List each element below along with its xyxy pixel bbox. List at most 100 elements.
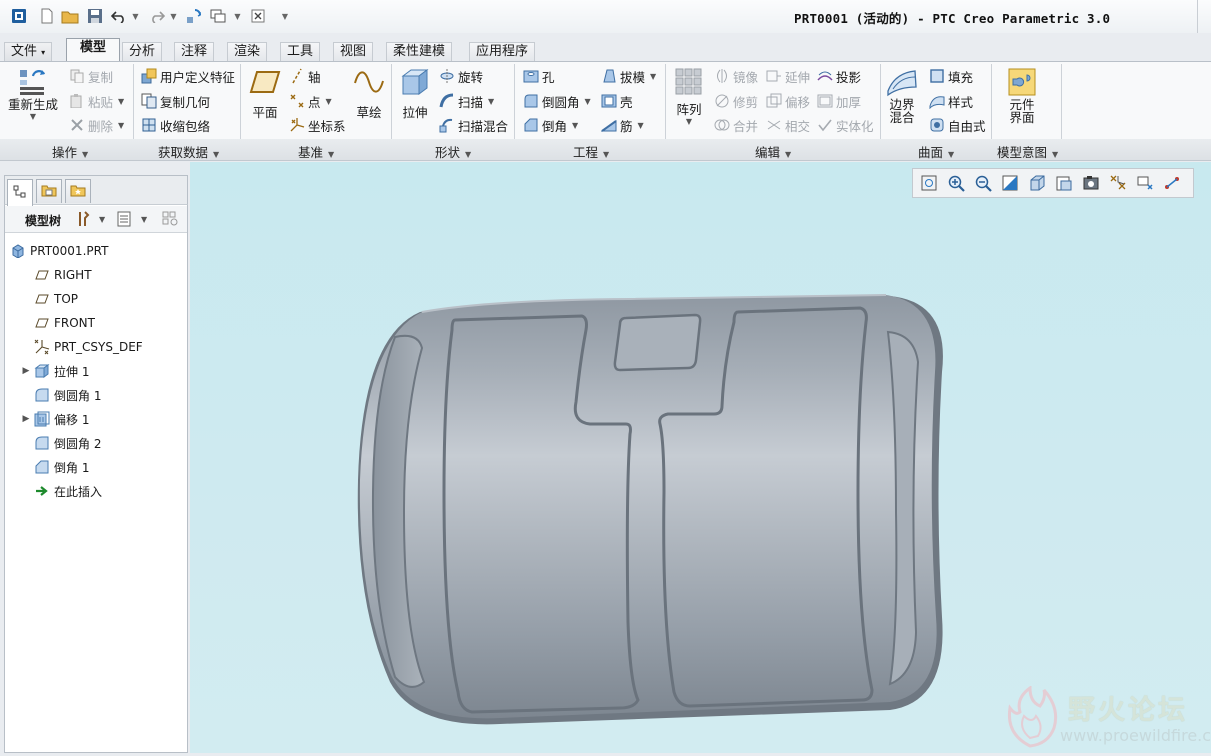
undo-icon[interactable] (110, 7, 128, 25)
expand-arrow-icon[interactable]: ▶ (19, 414, 33, 424)
redo-icon[interactable] (148, 7, 166, 25)
extrude-button[interactable]: 拉伸 (398, 66, 432, 120)
tab-file[interactable]: 文件 ▾ (4, 42, 53, 61)
tree-item-round-1[interactable]: 倒圆角 1 (5, 384, 187, 406)
boundary-blend-button[interactable]: 边界 混合 (885, 66, 919, 124)
swept-blend-button[interactable]: 扫描混合 (438, 115, 508, 135)
tree-item-chamfer-1[interactable]: 倒角 1 (5, 456, 187, 478)
datum-display-filters-icon[interactable] (1106, 171, 1130, 195)
datum-point-button[interactable]: 点 ▼ (288, 91, 332, 111)
extend-button[interactable]: 延伸 (765, 66, 810, 86)
pattern-dropdown-icon[interactable]: ▼ (686, 117, 692, 126)
tab-folder-browser[interactable] (36, 179, 62, 203)
sketch-button[interactable]: 草绘 (352, 66, 386, 120)
tab-render[interactable]: 渲染 (227, 42, 268, 61)
annotation-display-icon[interactable] (1160, 171, 1184, 195)
tree-item-insert-here[interactable]: 在此插入 (5, 480, 187, 502)
tree-item-extrude-1[interactable]: ▶ 拉伸 1 (5, 360, 187, 382)
tree-item-front[interactable]: FRONT (5, 312, 187, 334)
close-window-icon[interactable] (249, 7, 267, 25)
solidify-button[interactable]: 实体化 (816, 115, 874, 135)
spin-center-icon[interactable] (1133, 171, 1157, 195)
project-button[interactable]: 投影 (816, 66, 861, 86)
chamfer-button[interactable]: 倒角 ▼ (522, 115, 578, 135)
tab-analysis[interactable]: 分析 (122, 42, 163, 61)
component-interface-button[interactable]: 元件 界面 (1005, 66, 1039, 124)
tab-view[interactable]: 视图 (333, 42, 374, 61)
delete-button[interactable]: 删除 ▼ (68, 115, 124, 135)
freestyle-button[interactable]: 自由式 (928, 115, 986, 135)
group-get-data[interactable]: 获取数据 ▼ (158, 142, 219, 161)
zoom-out-icon[interactable] (971, 171, 995, 195)
tree-item-csys[interactable]: PRT_CSYS_DEF (5, 336, 187, 358)
merge-button[interactable]: 合并 (713, 115, 758, 135)
hole-button[interactable]: 孔 (522, 66, 555, 86)
tree-item-round-2[interactable]: 倒圆角 2 (5, 432, 187, 454)
save-icon[interactable] (86, 7, 104, 25)
undo-dropdown-icon[interactable]: ▼ (131, 7, 140, 25)
group-engineering[interactable]: 工程 ▼ (573, 142, 609, 161)
tab-model[interactable]: 模型 (66, 38, 120, 62)
user-defined-feature-button[interactable]: 用户定义特征 (140, 66, 235, 86)
tab-model-tree[interactable] (7, 179, 33, 206)
datum-axis-button[interactable]: 轴 (288, 66, 321, 86)
group-surfaces[interactable]: 曲面 ▼ (918, 142, 954, 161)
tree-item-part[interactable]: PRT0001.PRT (5, 240, 187, 262)
datum-plane-button[interactable]: 平面 (248, 66, 282, 120)
tree-item-top[interactable]: TOP (5, 288, 187, 310)
open-folder-icon[interactable] (61, 7, 79, 25)
intersect-button[interactable]: 相交 (765, 115, 810, 135)
zoom-in-icon[interactable] (944, 171, 968, 195)
regenerate-dropdown-icon[interactable]: ▼ (30, 112, 36, 121)
mirror-button[interactable]: 镜像 (713, 66, 758, 86)
regenerate-small-icon[interactable] (185, 7, 203, 25)
group-editing[interactable]: 编辑 ▼ (755, 142, 791, 161)
fill-button[interactable]: 填充 (928, 66, 973, 86)
offset-button[interactable]: 偏移 (765, 91, 810, 111)
customize-toolbar-icon[interactable]: ▼ (280, 7, 290, 25)
tab-tools[interactable]: 工具 (280, 42, 321, 61)
tab-annotate[interactable]: 注释 (174, 42, 215, 61)
rib-button[interactable]: 筋 ▼ (600, 115, 644, 135)
coordinate-system-button[interactable]: 坐标系 (288, 115, 346, 135)
windows-dropdown-icon[interactable]: ▼ (233, 7, 242, 25)
show-icon[interactable] (117, 211, 131, 231)
draft-button[interactable]: 拔模 ▼ (600, 66, 656, 86)
paste-button[interactable]: 粘贴 ▼ (68, 91, 124, 111)
revolve-button[interactable]: 旋转 (438, 66, 483, 86)
tree-settings-dropdown-icon[interactable]: ▼ (99, 215, 105, 224)
new-file-icon[interactable] (38, 7, 56, 25)
group-datum[interactable]: 基准 ▼ (298, 142, 334, 161)
windows-icon[interactable] (209, 7, 227, 25)
filter-icon[interactable] (162, 211, 180, 231)
copy-geometry-button[interactable]: 复制几何 (140, 91, 210, 111)
shrinkwrap-button[interactable]: 收缩包络 (140, 115, 210, 135)
group-model-intent[interactable]: 模型意图 ▼ (997, 142, 1058, 161)
saved-orientations-icon[interactable] (1052, 171, 1076, 195)
shell-button[interactable]: 壳 (600, 91, 633, 111)
view-manager-icon[interactable] (1079, 171, 1103, 195)
copy-button[interactable]: 复制 (68, 66, 113, 86)
tree-item-right[interactable]: RIGHT (5, 264, 187, 286)
tab-flexible-modeling[interactable]: 柔性建模 (386, 42, 453, 61)
show-dropdown-icon[interactable]: ▼ (141, 215, 147, 224)
tree-settings-icon[interactable] (76, 211, 90, 231)
tab-applications[interactable]: 应用程序 (469, 42, 536, 61)
3d-model-viewport[interactable] (190, 162, 1211, 753)
pattern-button[interactable]: 阵列 ▼ (672, 66, 706, 126)
graphics-window[interactable] (190, 162, 1211, 753)
repaint-icon[interactable] (998, 171, 1022, 195)
sweep-button[interactable]: 扫描 ▼ (438, 91, 494, 111)
round-button[interactable]: 倒圆角 ▼ (522, 91, 591, 111)
group-operations[interactable]: 操作 ▼ (52, 142, 88, 161)
refit-icon[interactable] (917, 171, 941, 195)
display-style-icon[interactable] (1025, 171, 1049, 195)
app-menu-icon[interactable] (10, 7, 28, 25)
expand-arrow-icon[interactable]: ▶ (19, 366, 33, 376)
tree-item-offset-1[interactable]: ▶ 偏移 1 (5, 408, 187, 430)
style-button[interactable]: 样式 (928, 91, 973, 111)
regenerate-button[interactable]: 重新生成 ▼ (8, 66, 58, 121)
redo-dropdown-icon[interactable]: ▼ (169, 7, 178, 25)
group-shapes[interactable]: 形状 ▼ (435, 142, 471, 161)
trim-button[interactable]: 修剪 (713, 91, 758, 111)
